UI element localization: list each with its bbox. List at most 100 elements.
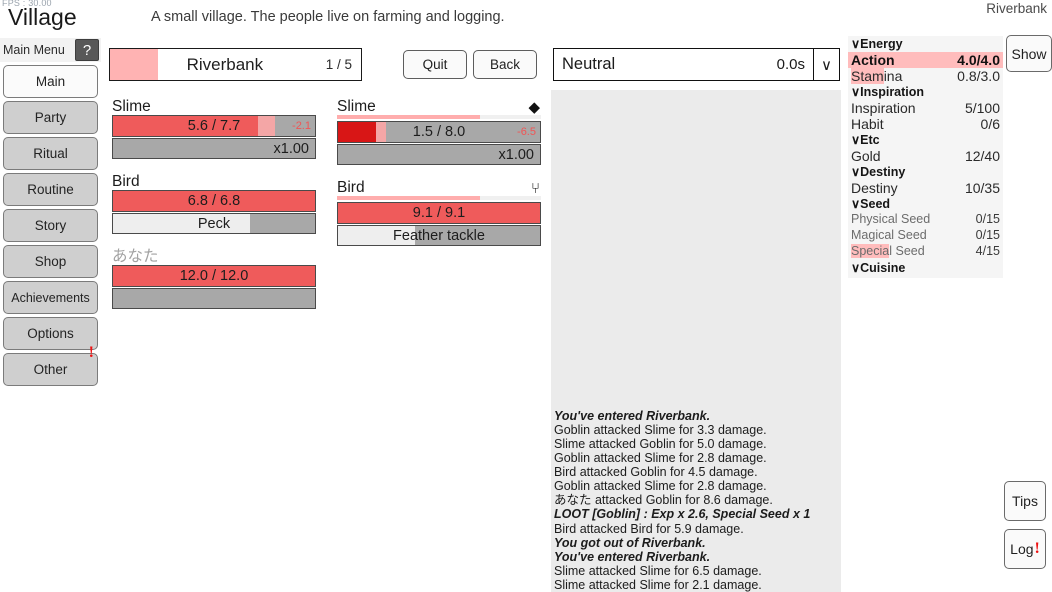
action-cast-label: Feather tackle: [393, 227, 485, 244]
combatant-ally-1[interactable]: Bird 6.8 / 6.8 Peck: [112, 169, 316, 234]
combatant-enemy-0[interactable]: Slime ◆ 1.5 / 8.0 -6.5 x1.00: [337, 94, 541, 165]
hp-bar: 5.6 / 7.7 -2.1: [112, 115, 316, 137]
hp-delta-text: -2.1: [292, 120, 311, 132]
log-line: Slime attacked Slime for 2.1 damage.: [554, 577, 762, 592]
sidebar-item-label: Main: [35, 74, 66, 89]
aggro-fill: [337, 115, 480, 119]
aggro-track: [337, 196, 541, 200]
sidebar-item-options[interactable]: Options: [3, 317, 98, 350]
stat-value: 12/40: [964, 148, 1000, 164]
sidebar-item-ritual[interactable]: Ritual: [3, 137, 98, 170]
log-line: Goblin attacked Slime for 3.3 damage.: [554, 422, 767, 437]
hp-delta-text: -6.5: [517, 126, 536, 138]
log-line: You've entered Riverbank.: [554, 549, 711, 564]
sidebar-item-label: Options: [27, 326, 74, 341]
log-line: LOOT [Goblin] : Exp x 2.6, Special Seed …: [554, 507, 811, 522]
battle-state-bar: Neutral 0.0s ∨: [553, 48, 840, 81]
action-cast-bar: [112, 288, 316, 309]
stat-value: 0/15: [975, 212, 1000, 226]
back-button[interactable]: Back: [473, 50, 537, 79]
stat-group-label[interactable]: ∨Destiny: [851, 164, 905, 179]
sidebar-item-label: Achievements: [11, 290, 90, 305]
stat-label: Gold: [851, 148, 881, 164]
log-line: Slime attacked Goblin for 5.0 damage.: [554, 436, 767, 451]
current-zone-label: Riverbank: [986, 1, 1047, 16]
combatant-ally-0[interactable]: Slime 5.6 / 7.7 -2.1 x1.00: [112, 94, 316, 159]
sidebar-item-label: Routine: [27, 182, 74, 197]
combatant-name: Bird: [337, 179, 365, 196]
stat-group-header: ∨Inspiration: [848, 84, 1003, 100]
droplet-icon: ◆: [528, 99, 540, 116]
stat-group-label[interactable]: ∨Seed: [851, 196, 890, 211]
stat-label: Destiny: [851, 180, 898, 196]
aggro-fill: [337, 196, 480, 200]
stat-row: Action 4.0/4.0: [848, 52, 1003, 68]
combatant-header: あなた: [112, 244, 316, 265]
log-line: Slime attacked Slime for 6.5 damage.: [554, 563, 762, 578]
sidebar-item-label: Party: [34, 110, 67, 125]
combatant-header: Slime: [112, 94, 316, 115]
stat-row: Habit 0/6: [848, 116, 1003, 132]
show-button[interactable]: Show: [1006, 35, 1052, 72]
combatant-ally-2[interactable]: あなた 12.0 / 12.0: [112, 244, 316, 309]
enemy-party-panel: Slime ◆ 1.5 / 8.0 -6.5 x1.00 Bird ⑂ 9.1 / 9.1 Fe…: [337, 94, 541, 256]
log-button[interactable]: Log!: [1004, 529, 1046, 569]
stat-label: Action: [851, 52, 895, 68]
sidebar-item-routine[interactable]: Routine: [3, 173, 98, 206]
stat-group-label[interactable]: ∨Etc: [851, 132, 880, 147]
stat-group-label[interactable]: ∨Energy: [851, 36, 903, 51]
main-menu-sidebar: Main Menu ? Main Party Ritual Routine Story S…: [0, 38, 101, 386]
stat-row: Inspiration 5/100: [848, 100, 1003, 116]
stat-value: 0.8/3.0: [957, 68, 1000, 84]
hp-value-text: 6.8 / 6.8: [187, 193, 241, 209]
hp-value-text: 5.6 / 7.7: [187, 118, 241, 134]
combatant-name: あなた: [112, 248, 159, 265]
action-cast-bar: x1.00: [337, 144, 541, 165]
tips-button[interactable]: Tips: [1004, 481, 1046, 521]
action-cast-bar: Feather tackle: [337, 225, 541, 246]
sidebar-item-other[interactable]: Other!: [3, 345, 98, 386]
stat-label: Magical Seed: [851, 228, 927, 242]
stat-label: Stamina: [851, 68, 902, 84]
battle-log-lines: You've entered Riverbank. Goblin attacked…: [554, 409, 838, 592]
combatant-enemy-1[interactable]: Bird ⑂ 9.1 / 9.1 Feather tackle: [337, 175, 541, 246]
stat-row: Physical Seed 0/15: [848, 212, 1003, 228]
stat-label: Physical Seed: [851, 212, 931, 226]
sidebar-item-label: Shop: [34, 254, 67, 269]
action-cast-label: x1.00: [273, 140, 309, 157]
sidebar-item-main[interactable]: Main: [3, 65, 98, 98]
combatant-name: Slime: [112, 98, 151, 115]
sidebar-item-story[interactable]: Story: [3, 209, 98, 242]
action-cast-bar: Peck: [112, 213, 316, 234]
sidebar-item-party[interactable]: Party: [3, 101, 98, 134]
aggro-track: [337, 115, 541, 119]
hp-bar: 6.8 / 6.8: [112, 190, 316, 212]
log-line: Goblin attacked Slime for 2.8 damage.: [554, 479, 767, 494]
stat-group-label[interactable]: ∨Inspiration: [851, 84, 924, 99]
zone-count: 1 / 5: [325, 57, 352, 72]
hp-bar: 12.0 / 12.0: [112, 265, 316, 287]
stat-group-label[interactable]: ∨Cuisine: [851, 260, 905, 275]
stat-label: Special Seed: [851, 244, 925, 258]
battle-log-panel[interactable]: You've entered Riverbank. Goblin attacked…: [551, 90, 841, 592]
hp-bar: 1.5 / 8.0 -6.5: [337, 121, 541, 143]
wind-icon: ⑂: [530, 180, 540, 197]
combatant-name: Slime: [337, 98, 376, 115]
stat-label: Inspiration: [851, 100, 916, 116]
ally-party-panel: Slime 5.6 / 7.7 -2.1 x1.00 Bird 6.8 / 6.8 Peck…: [112, 94, 316, 319]
sidebar-item-label: Ritual: [33, 146, 68, 161]
hp-bar: 9.1 / 9.1: [337, 202, 541, 224]
log-line: あなた attacked Goblin for 8.6 damage.: [554, 493, 773, 508]
page-subtitle: A small village. The people live on farm…: [151, 9, 505, 25]
log-alert-badge: !: [1034, 540, 1040, 557]
sidebar-item-label: Other: [33, 362, 68, 377]
help-icon[interactable]: ?: [75, 39, 99, 61]
stat-value: 5/100: [964, 100, 1000, 116]
sidebar-item-achievements[interactable]: Achievements: [3, 281, 98, 314]
sidebar-item-shop[interactable]: Shop: [3, 245, 98, 278]
stat-value: 4/15: [975, 244, 1000, 258]
chevron-down-icon[interactable]: ∨: [813, 49, 839, 80]
zone-progress-bar[interactable]: Riverbank 1 / 5: [109, 48, 362, 81]
quit-button[interactable]: Quit: [403, 50, 467, 79]
log-line: Goblin attacked Slime for 2.8 damage.: [554, 451, 767, 466]
